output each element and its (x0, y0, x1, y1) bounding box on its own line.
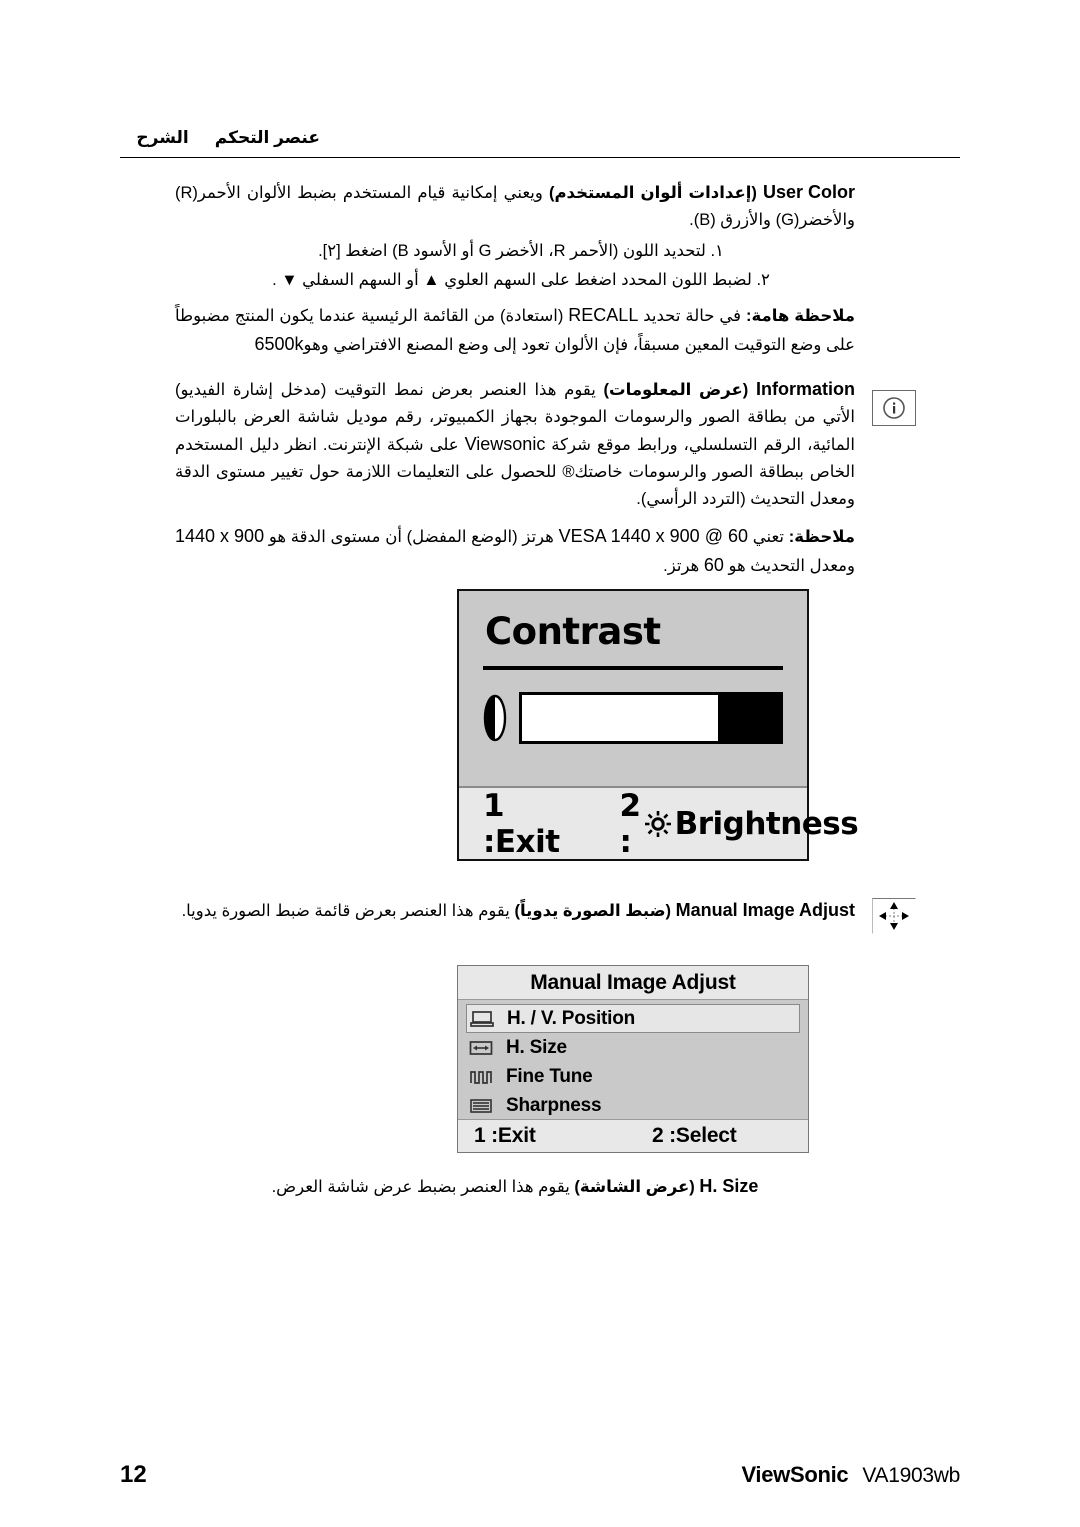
osd-mia-exit-label[interactable]: 1 :Exit (474, 1124, 652, 1148)
menu-item-label: H. Size (506, 1036, 567, 1058)
vesa-resolution-value: 1440 x 900 (175, 526, 265, 547)
user-color-en-label: User Color (762, 182, 856, 202)
h-size-ar-label: (عرض الشاشة) (574, 1178, 695, 1196)
contrast-icon (483, 692, 507, 744)
menu-item-label: H. / V. Position (507, 1007, 636, 1029)
page-header: عنصر التحكم الشرح (120, 128, 960, 158)
list-item: ١. لتحديد اللون (الأحمر R، الأخضر G أو ا… (318, 242, 724, 261)
osd-contrast-body: Contrast (459, 591, 807, 786)
h-size-en-label: H. Size (699, 1176, 759, 1196)
section-information: Information (عرض المعلومات) يقوم هذا الع… (175, 375, 855, 512)
footer-brand-group: ViewSonic VA1903wb (741, 1462, 960, 1488)
section-user-color: User Color (إعدادات ألوان المستخدم) ويعن… (175, 178, 855, 233)
osd-contrast-brightness-key: 2 : (619, 787, 642, 860)
manual-image-adjust-paragraph: Manual Image Adjust (ضبط الصورة يدوياً) … (175, 896, 855, 925)
osd-contrast-panel: Contrast 1 :Exit 2 : Brightness (457, 589, 859, 861)
information-ar-label: (عرض المعلومات) (603, 381, 749, 400)
osd-contrast-footer: 1 :Exit 2 : Brightness (459, 786, 859, 860)
vesa-note-text-c: ومعدل التحديث هو (728, 557, 855, 576)
contrast-level-bar[interactable] (519, 692, 783, 744)
vesa-refresh-value: 60 (703, 555, 724, 576)
osd-manual-image-adjust-footer: 1 :Exit 2 :Select (458, 1119, 808, 1152)
osd-manual-image-adjust-list: H. / V. Position H. Size Fine Tune Sharp… (458, 1000, 808, 1120)
manual-image-adjust-ar-text: يقوم هذا العنصر بعرض قائمة ضبط الصورة يد… (181, 902, 510, 920)
brand-name: ViewSonic (741, 1462, 849, 1487)
monitor-icon (469, 1009, 495, 1029)
vesa-note-text-a: تعني (752, 528, 785, 547)
user-color-steps: ١. لتحديد اللون (الأحمر R، الأخضر G أو ا… (175, 237, 855, 294)
list-item: ٢. لضبط اللون المحدد اضغط على السهم العل… (272, 270, 770, 289)
user-color-ar-label: (إعدادات ألوان المستخدم) (548, 184, 757, 202)
menu-item-label: Fine Tune (506, 1065, 593, 1087)
vesa-note-text-b: هرتز (الوضع المفضل) أن مستوى الدقة هو (268, 528, 554, 547)
section-manual-image-adjust-text: Manual Image Adjust (ضبط الصورة يدوياً) … (175, 896, 855, 927)
osd-contrast-brightness-entry[interactable]: 2 : Brightness (620, 788, 859, 860)
waveform-icon (468, 1067, 494, 1087)
osd-mia-select-label[interactable]: 2 :Select (652, 1124, 792, 1148)
menu-item-h-v-position[interactable]: H. / V. Position (466, 1004, 800, 1033)
vesa-note-label: ملاحظة: (788, 528, 855, 547)
vesa-note-text-d: هرتز. (663, 557, 700, 576)
osd-manual-image-adjust-title: Manual Image Adjust (458, 966, 808, 1000)
header-divider (120, 157, 960, 158)
menu-item-sharpness[interactable]: Sharpness (458, 1091, 808, 1120)
manual-page: عنصر التحكم الشرح User Color (إعدادات أل… (0, 0, 1080, 1527)
manual-image-adjust-ar-label: (ضبط الصورة يدوياً) (514, 902, 672, 920)
section-h-size-text: H. Size (عرض الشاشة) يقوم هذا العنصر بضب… (175, 1172, 855, 1203)
move-arrows-icon (872, 898, 916, 934)
page-content: User Color (إعدادات ألوان المستخدم) ويعن… (175, 178, 855, 580)
header-column-control: عنصر التحكم (214, 128, 320, 147)
osd-contrast-title: Contrast (485, 610, 661, 653)
lines-icon (468, 1096, 494, 1116)
osd-contrast-divider (483, 666, 783, 670)
menu-item-label: Sharpness (506, 1094, 602, 1116)
page-number: 12 (120, 1461, 147, 1488)
sun-icon (644, 810, 672, 838)
vesa-mode-value: VESA 1440 x 900 @ 60 (558, 526, 748, 547)
header-column-description: الشرح (136, 128, 189, 147)
osd-contrast-brightness-label: Brightness (674, 805, 859, 842)
h-size-ar-text: يقوم هذا العنصر بضبط عرض شاشة العرض. (271, 1178, 570, 1196)
note-en-recall: RECALL (568, 304, 639, 325)
manual-image-adjust-en-label: Manual Image Adjust (675, 900, 855, 920)
page-footer: 12 ViewSonic VA1903wb (120, 1461, 960, 1489)
note-text-a: في حالة تحديد (643, 306, 742, 325)
note-label: ملاحظة هامة: (745, 306, 855, 325)
contrast-level-fill (522, 695, 719, 741)
osd-contrast-bar-row (483, 692, 783, 744)
model-name: VA1903wb (862, 1464, 960, 1487)
menu-item-h-size[interactable]: H. Size (458, 1033, 808, 1062)
osd-contrast-exit-label[interactable]: 1 :Exit (483, 788, 560, 860)
user-color-important-note: ملاحظة هامة: في حالة تحديد RECALL (استعا… (175, 301, 855, 359)
header-columns: عنصر التحكم الشرح (120, 128, 960, 148)
section-vesa-note: ملاحظة: تعني VESA 1440 x 900 @ 60 هرتز (… (175, 522, 855, 580)
information-en-label: Information (756, 379, 855, 400)
h-size-paragraph: H. Size (عرض الشاشة) يقوم هذا العنصر بضب… (175, 1172, 855, 1201)
osd-manual-image-adjust-panel: Manual Image Adjust H. / V. Position H. … (457, 965, 809, 1153)
menu-item-fine-tune[interactable]: Fine Tune (458, 1062, 808, 1091)
note-value-6500k: 6500k (254, 334, 304, 355)
horizontal-arrows-icon (468, 1038, 494, 1058)
information-brand-inline: Viewsonic (464, 434, 546, 455)
info-icon (872, 390, 916, 426)
